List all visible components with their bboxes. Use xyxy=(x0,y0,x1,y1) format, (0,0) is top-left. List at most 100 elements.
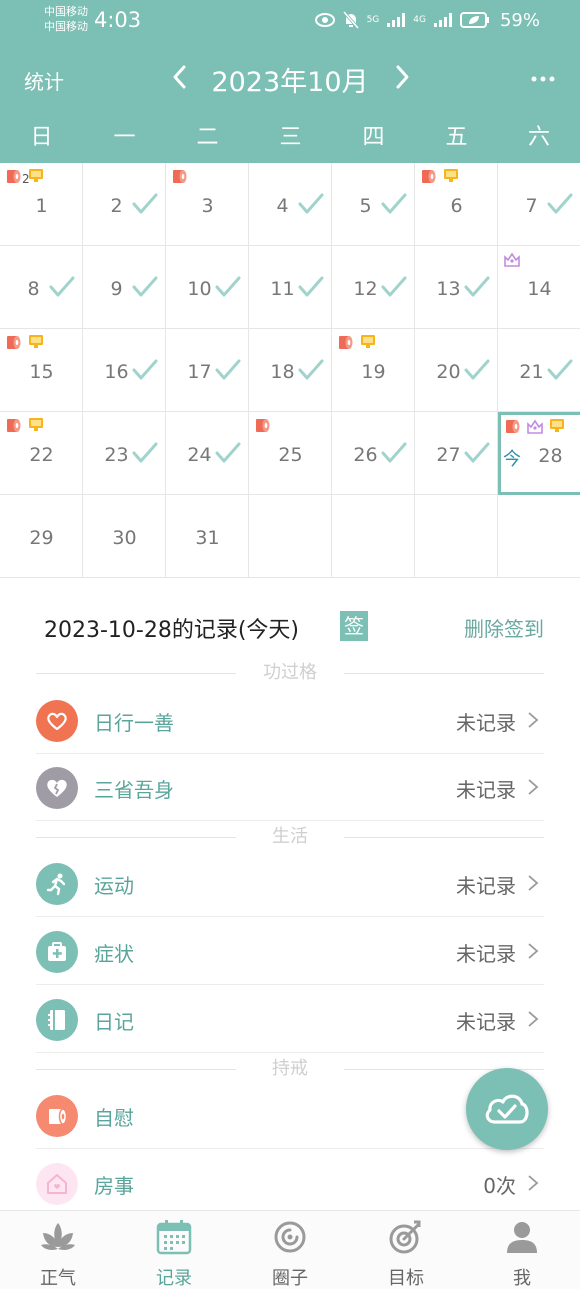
row-name: 三省吾身 xyxy=(94,778,174,802)
monitor-icon xyxy=(29,169,43,182)
calendar-day[interactable]: 21 xyxy=(498,329,580,412)
calendar-day[interactable]: 15 xyxy=(0,329,83,412)
tissue-roll-icon xyxy=(7,336,21,349)
tissue-roll-icon xyxy=(256,419,270,432)
tissue-roll-icon xyxy=(422,170,436,183)
checkmark-icon xyxy=(381,193,407,214)
calendar-day[interactable]: 10 xyxy=(166,246,249,329)
delete-checkin-button[interactable]: 删除签到 xyxy=(464,613,544,642)
cloud-check-icon xyxy=(485,1094,529,1124)
calendar-day[interactable]: 3 xyxy=(166,163,249,246)
calendar-day[interactable]: 27 xyxy=(415,412,498,495)
weekday-label: 四 xyxy=(362,125,385,150)
calendar-day[interactable]: 20 xyxy=(415,329,498,412)
next-month-button[interactable] xyxy=(390,62,414,92)
day-marks xyxy=(172,167,188,185)
checkmark-icon xyxy=(215,442,241,463)
record-row-exercise[interactable]: 运动 未记录 xyxy=(36,851,544,917)
calendar-day[interactable]: 24 xyxy=(166,412,249,495)
calendar-day[interactable]: 12 xyxy=(332,246,415,329)
calendar-day[interactable]: 4 xyxy=(249,163,332,246)
day-marks xyxy=(338,333,376,351)
calendar-empty-cell xyxy=(498,495,580,578)
calendar-day[interactable]: 25 xyxy=(249,412,332,495)
nav-label: 我 xyxy=(513,1268,531,1289)
checkmark-icon xyxy=(132,193,158,214)
checkmark-icon xyxy=(547,193,573,214)
status-icons: 5G 4G 59% xyxy=(314,8,540,32)
calendar-day[interactable]: 16 xyxy=(83,329,166,412)
nav-tab-records[interactable]: 记录 xyxy=(116,1211,232,1289)
calendar-day[interactable]: 7 xyxy=(498,163,580,246)
calendar-day[interactable]: 21 xyxy=(0,163,83,246)
calendar-day[interactable]: 22 xyxy=(0,412,83,495)
row-name: 症状 xyxy=(94,942,134,966)
checkmark-icon xyxy=(464,276,490,297)
calendar-day[interactable]: 30 xyxy=(83,495,166,578)
figure-icon xyxy=(504,252,520,267)
calendar-grid: 2 1 2 3 4 5 6 7 8 9 10 11 12 13 14 15 16 17 18 19 20 21 22 23 24… xyxy=(0,163,580,578)
prev-month-button[interactable] xyxy=(168,62,192,92)
checkmark-icon xyxy=(381,276,407,297)
row-status: 未记录 xyxy=(456,711,516,735)
battery-icon xyxy=(459,12,489,28)
nav-tab-zhengqi[interactable]: 正气 xyxy=(0,1211,116,1289)
calendar-day[interactable]: 14 xyxy=(498,246,580,329)
calendar-day[interactable]: 17 xyxy=(166,329,249,412)
checkmark-icon xyxy=(381,442,407,463)
day-number: 22 xyxy=(29,444,54,466)
calendar-day[interactable]: 29 xyxy=(0,495,83,578)
calendar-day[interactable]: 19 xyxy=(332,329,415,412)
eye-icon xyxy=(314,13,335,27)
checkmark-icon xyxy=(464,359,490,380)
calendar-empty-cell xyxy=(249,495,332,578)
calendar-day[interactable]: 9 xyxy=(83,246,166,329)
day-marks xyxy=(505,417,565,435)
status-time: 4:03 xyxy=(94,8,142,32)
monitor-icon xyxy=(29,418,43,431)
day-marks xyxy=(6,416,44,434)
chevron-right-icon xyxy=(528,943,539,959)
calendar-day[interactable]: 6 xyxy=(415,163,498,246)
calendar-day[interactable]: 23 xyxy=(83,412,166,495)
calendar-day[interactable]: 13 xyxy=(415,246,498,329)
section-header: 功过格 xyxy=(36,661,544,685)
day-number: 19 xyxy=(361,361,386,383)
calendar-day[interactable]: 18 xyxy=(249,329,332,412)
cloud-sync-button[interactable] xyxy=(466,1068,548,1150)
calendar-day[interactable]: 31 xyxy=(166,495,249,578)
record-row-intimacy[interactable]: 房事 0次 xyxy=(36,1151,544,1217)
record-header: 2023-10-28的记录(今天) 签 删除签到 xyxy=(44,608,544,648)
section-label: 生活 xyxy=(272,826,308,847)
nav-tab-goals[interactable]: 目标 xyxy=(348,1211,464,1289)
signal-1-label: 5G xyxy=(366,15,380,25)
weekday-header: 日 一 二 三 四 五 六 xyxy=(0,118,580,158)
calendar-day[interactable]: 2 xyxy=(83,163,166,246)
mute-bell-icon xyxy=(342,11,359,29)
record-row-diary[interactable]: 日记 未记录 xyxy=(36,987,544,1053)
day-count: 2 xyxy=(22,172,30,186)
nav-tab-me[interactable]: 我 xyxy=(464,1211,580,1289)
calendar-day[interactable]: 26 xyxy=(332,412,415,495)
checkmark-icon xyxy=(215,359,241,380)
calendar-day[interactable]: 5 xyxy=(332,163,415,246)
nav-tab-circle[interactable]: 圈子 xyxy=(232,1211,348,1289)
chevron-right-icon xyxy=(528,1175,539,1191)
day-number: 3 xyxy=(201,195,214,217)
carrier-2: 中国移动 xyxy=(44,20,88,33)
row-status: 0次 xyxy=(483,1174,516,1198)
record-row-good-deed[interactable]: 日行一善 未记录 xyxy=(36,688,544,754)
calendar-day[interactable]: 11 xyxy=(249,246,332,329)
day-marks xyxy=(6,333,44,351)
record-row-symptoms[interactable]: 症状 未记录 xyxy=(36,919,544,985)
day-number: 28 xyxy=(538,445,563,467)
target-icon xyxy=(389,1220,421,1254)
checkmark-icon xyxy=(298,193,324,214)
calendar-day-today[interactable]: 今 28 xyxy=(498,412,580,495)
house-icon xyxy=(36,1163,78,1205)
record-row-self-reflection[interactable]: 三省吾身 未记录 xyxy=(36,755,544,821)
more-options-button[interactable] xyxy=(530,66,556,92)
figure-icon xyxy=(527,419,543,434)
row-name: 运动 xyxy=(94,874,134,898)
calendar-day[interactable]: 8 xyxy=(0,246,83,329)
